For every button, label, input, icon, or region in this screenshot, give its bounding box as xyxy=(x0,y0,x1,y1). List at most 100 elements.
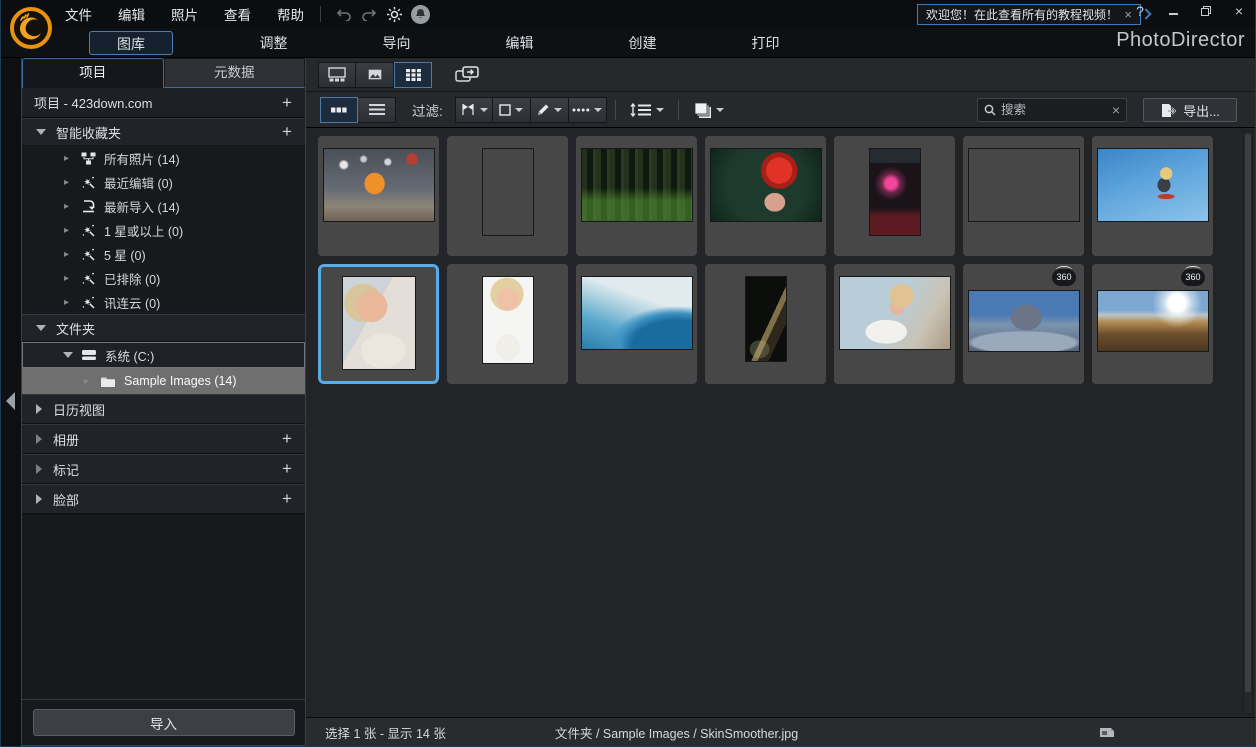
photo-thumbnail-canyon-panorama[interactable] xyxy=(1096,290,1209,352)
photo-tile-laughing-woman[interactable] xyxy=(447,264,568,384)
section-triangle-icon[interactable] xyxy=(36,494,42,504)
sidebar-collapse-rail[interactable] xyxy=(1,58,21,746)
collapse-triangle-icon[interactable] xyxy=(63,352,73,358)
drive-item-system-c[interactable]: 系统 (C:) xyxy=(22,342,305,368)
add-project-button[interactable]: + xyxy=(279,93,295,113)
photo-tile-basketball-dunk[interactable] xyxy=(318,136,439,256)
notification-close-icon[interactable]: × xyxy=(1124,7,1132,22)
section-4[interactable]: 脸部 + xyxy=(22,484,305,514)
photo-thumbnail-laughing-woman[interactable] xyxy=(481,276,534,364)
smart-item-5[interactable]: ▸ 5 星 (0) xyxy=(22,242,305,266)
photo-thumbnail-dark-window[interactable] xyxy=(744,276,787,362)
menu-item-3[interactable]: 照片 xyxy=(171,4,198,24)
search-input[interactable] xyxy=(1001,103,1112,117)
redo-icon[interactable] xyxy=(358,4,380,24)
edited-filter-button[interactable] xyxy=(530,96,569,123)
chevron-right-icon[interactable]: ▸ xyxy=(64,177,72,188)
sidebar-tab-2[interactable]: 元数据 xyxy=(163,58,305,88)
smart-item-3[interactable]: ▸ 最新导入 (14) xyxy=(22,194,305,218)
photo-tile-rocket-launch[interactable] xyxy=(963,136,1084,256)
menu-item-2[interactable]: 编辑 xyxy=(118,4,145,24)
section-2[interactable]: 相册 + xyxy=(22,424,305,454)
photo-thumbnail-maple-leaf[interactable] xyxy=(709,148,822,222)
photo-thumbnail-woman-leaning[interactable] xyxy=(838,276,951,350)
photo-thumbnail-rocket-launch[interactable] xyxy=(967,148,1080,222)
photo-tile-maple-leaf[interactable] xyxy=(705,136,826,256)
add-button[interactable]: + xyxy=(279,429,295,449)
project-header[interactable]: 项目 - 423down.com + xyxy=(22,88,305,118)
section-1[interactable]: 日历视图 xyxy=(22,394,305,424)
chevron-right-icon[interactable]: ▸ xyxy=(84,376,92,387)
photo-tile-neon-storefront[interactable] xyxy=(834,136,955,256)
chevron-right-icon[interactable]: ▸ xyxy=(64,273,72,284)
photo-tile-ocean-wave[interactable] xyxy=(576,264,697,384)
photo-tile-rock-boat[interactable] xyxy=(447,136,568,256)
photo-tile-smiling-woman[interactable] xyxy=(318,264,439,384)
smart-item-4[interactable]: ▸ 1 星或以上 (0) xyxy=(22,218,305,242)
sort-order-button[interactable] xyxy=(624,97,670,123)
smart-collection-header[interactable]: 智能收藏夹 + xyxy=(22,118,305,146)
help-button[interactable]: ? xyxy=(1132,3,1148,19)
minimize-button[interactable] xyxy=(1165,3,1181,19)
tab-5[interactable]: 创建 xyxy=(581,31,704,55)
add-button[interactable]: + xyxy=(279,459,295,479)
chevron-right-icon[interactable]: ▸ xyxy=(64,201,72,212)
photo-thumbnail-ocean-wave[interactable] xyxy=(580,276,693,350)
chevron-right-icon[interactable]: ▸ xyxy=(64,297,72,308)
viewer-view-button[interactable] xyxy=(356,61,394,88)
photo-thumbnail-neon-storefront[interactable] xyxy=(868,148,921,236)
photo-tile-woman-leaning[interactable] xyxy=(834,264,955,384)
sidebar-tab-1[interactable]: 项目 xyxy=(22,58,164,88)
tab-2[interactable]: 调整 xyxy=(212,31,335,55)
smart-item-7[interactable]: ▸ 讯连云 (0) xyxy=(22,290,305,314)
settings-gear-icon[interactable] xyxy=(383,4,405,24)
stack-photos-button[interactable] xyxy=(687,97,731,123)
photo-tile-snow-panorama[interactable]: 360 xyxy=(963,264,1084,384)
export-button[interactable]: 导出... xyxy=(1143,98,1237,122)
import-button[interactable]: 导入 xyxy=(32,709,295,736)
search-clear-icon[interactable]: × xyxy=(1112,102,1120,118)
photo-thumbnail-smiling-woman[interactable] xyxy=(341,276,416,370)
photo-tile-sunlit-forest[interactable] xyxy=(576,136,697,256)
notifications-bell-icon[interactable] xyxy=(411,4,430,24)
section-triangle-icon[interactable] xyxy=(36,464,42,474)
add-button[interactable]: + xyxy=(279,489,295,509)
add-smart-collection-button[interactable]: + xyxy=(279,122,295,142)
close-button[interactable]: × xyxy=(1231,3,1247,19)
rating-filter-button[interactable] xyxy=(492,96,531,123)
photo-thumbnail-rock-boat[interactable] xyxy=(481,148,534,236)
tab-3[interactable]: 导向 xyxy=(335,31,458,55)
collapse-arrow-icon[interactable] xyxy=(6,392,15,410)
tab-6[interactable]: 打印 xyxy=(704,31,827,55)
vertical-scrollbar[interactable] xyxy=(1243,131,1253,714)
list-mode-button[interactable] xyxy=(358,96,396,123)
scrollbar-thumb[interactable] xyxy=(1245,134,1251,692)
undo-icon[interactable] xyxy=(333,4,355,24)
section-3[interactable]: 标记 + xyxy=(22,454,305,484)
collapse-triangle-icon[interactable] xyxy=(36,325,46,331)
thumbnail-mode-button[interactable] xyxy=(320,96,358,123)
photo-info-icon[interactable] xyxy=(1099,726,1115,739)
search-box[interactable]: × xyxy=(977,98,1127,122)
photo-tile-canyon-panorama[interactable]: 360 xyxy=(1092,264,1213,384)
smart-item-2[interactable]: ▸ 最近编辑 (0) xyxy=(22,170,305,194)
chevron-right-icon[interactable]: ▸ xyxy=(64,225,72,236)
folder-item-sample-images[interactable]: ▸ Sample Images (14) xyxy=(22,368,305,394)
more-filters-button[interactable] xyxy=(568,96,607,123)
flag-filter-button[interactable] xyxy=(454,96,493,123)
photo-thumbnail-basketball-dunk[interactable] xyxy=(322,148,435,222)
chevron-right-icon[interactable]: ▸ xyxy=(64,153,72,164)
smart-item-6[interactable]: ▸ 已排除 (0) xyxy=(22,266,305,290)
folders-header[interactable]: 文件夹 xyxy=(22,314,305,342)
restore-button[interactable] xyxy=(1198,3,1214,19)
menu-item-1[interactable]: 文件 xyxy=(65,4,92,24)
dual-display-button[interactable] xyxy=(450,62,484,88)
chevron-right-icon[interactable]: ▸ xyxy=(64,249,72,260)
collapse-triangle-icon[interactable] xyxy=(36,129,46,135)
photo-thumbnail-sunlit-forest[interactable] xyxy=(580,148,693,222)
section-triangle-icon[interactable] xyxy=(36,434,42,444)
photo-thumbnail-snow-panorama[interactable] xyxy=(967,290,1080,352)
smart-item-1[interactable]: ▸ 所有照片 (14) xyxy=(22,146,305,170)
photo-tile-dark-window[interactable] xyxy=(705,264,826,384)
grid-view-button[interactable] xyxy=(394,61,432,88)
